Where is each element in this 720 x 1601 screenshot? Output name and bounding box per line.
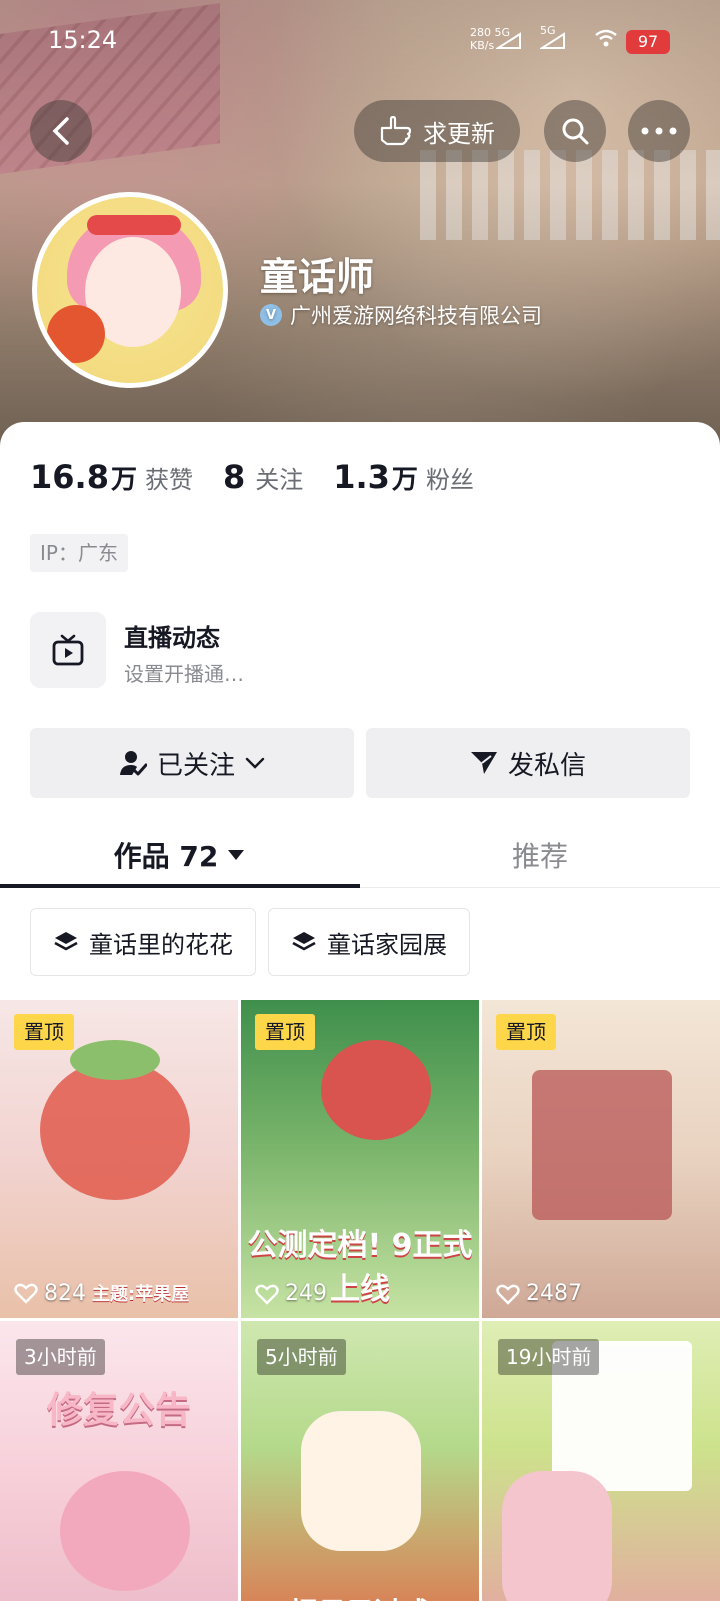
profile-name: 童话师 (260, 255, 375, 299)
video-thumbnail[interactable]: 修复公告 3小时前 (0, 1321, 238, 1601)
verified-org[interactable]: V 广州爱游网络科技有限公司 (260, 300, 542, 330)
tab-recommend-label: 推荐 (511, 840, 568, 873)
tab-works-label: 作品 72 (113, 840, 219, 873)
verified-org-label: 广州爱游网络科技有限公司 (290, 304, 542, 328)
stat-followers-unit: 万 (391, 465, 418, 495)
video-thumbnail[interactable]: 公测定档! 9正式上线 置顶 249 (241, 1000, 479, 1318)
tab-works[interactable]: 作品 72 (0, 822, 360, 888)
tile-art (502, 1471, 612, 1601)
heart-icon (496, 1284, 520, 1305)
chevron-left-icon (52, 117, 69, 145)
likes-count: 2487 (496, 1281, 582, 1306)
status-bar: 15:24 280 5G KB/s 5G 97 (0, 22, 720, 62)
pinned-badge: 置顶 (14, 1014, 74, 1050)
video-thumbnail[interactable]: 19小时前 (482, 1321, 720, 1601)
search-button[interactable] (544, 100, 606, 162)
collection-chip[interactable]: 童话里的花花 (30, 908, 256, 976)
tile-art (40, 1060, 190, 1200)
tile-art (532, 1070, 672, 1220)
live-updates-row[interactable]: 直播动态 设置开播通… (30, 612, 690, 688)
live-title: 直播动态 (124, 624, 220, 652)
verified-icon: V (260, 304, 282, 326)
signal-icon (496, 32, 521, 49)
video-thumbnail[interactable]: 置顶 2487 (482, 1000, 720, 1318)
video-thumbnail[interactable]: 置顶 824 主题:苹果屋 (0, 1000, 238, 1318)
layers-icon (54, 932, 78, 951)
stat-followers-num: 1.3 (333, 458, 390, 496)
battery-badge: 97 (626, 30, 670, 54)
user-check-icon (119, 751, 147, 776)
live-subtitle: 设置开播通… (124, 662, 244, 686)
avatar-apple (47, 305, 105, 363)
video-grid: 置顶 824 主题:苹果屋 公测定档! 9正式上线 置顶 249 置顶 2487 (0, 1000, 720, 1601)
ip-location-badge: IP：广东 (30, 534, 128, 572)
stat-followers-label: 粉丝 (425, 466, 474, 494)
message-button[interactable]: 发私信 (366, 728, 690, 798)
profile-tabs: 作品 72 推荐 (0, 822, 720, 888)
likes-count: 249 (255, 1281, 327, 1306)
time-badge: 3小时前 (16, 1339, 105, 1375)
back-button[interactable] (30, 100, 92, 162)
tile-caption: 把日子过成 (241, 1591, 479, 1601)
tv-icon (52, 634, 84, 666)
followed-button[interactable]: 已关注 (30, 728, 354, 798)
collection-label: 童话里的花花 (89, 930, 233, 959)
pinned-badge: 置顶 (496, 1014, 556, 1050)
collection-label: 童话家园展 (327, 930, 447, 959)
message-label: 发私信 (507, 750, 586, 781)
avatar[interactable] (32, 192, 228, 388)
tv-icon-box (30, 612, 106, 688)
profile-actions: 已关注 发私信 (30, 728, 690, 798)
video-thumbnail[interactable]: 把日子过成 5小时前 (241, 1321, 479, 1601)
heart-icon (14, 1283, 38, 1304)
layers-icon (292, 932, 316, 951)
tile-art (321, 1040, 431, 1140)
chevron-down-icon (245, 757, 265, 769)
stat-following[interactable]: 8 关注 (223, 458, 303, 496)
hand-point-icon (380, 116, 412, 146)
stat-followers[interactable]: 1.3 万 粉丝 (333, 458, 474, 496)
stat-likes-label: 获赞 (144, 466, 193, 494)
heart-icon (255, 1284, 279, 1305)
collection-chip[interactable]: 童话家园展 (268, 908, 470, 976)
tab-recommend[interactable]: 推荐 (360, 822, 720, 888)
likes-count: 824 主题:苹果屋 (14, 1280, 189, 1306)
likes-value: 824 (44, 1280, 86, 1306)
tile-art (301, 1411, 421, 1551)
tile-caption: 修复公告 (46, 1390, 191, 1431)
time-badge: 5小时前 (257, 1339, 346, 1375)
search-icon (562, 118, 589, 145)
collection-chips: 童话里的花花 童话家园展 (30, 908, 470, 976)
wifi-icon (594, 28, 618, 54)
profile-card: 16.8 万 获赞 8 关注 1.3 万 粉丝 IP：广东 直播动态 设置开播通… (0, 422, 720, 1601)
stat-following-label: 关注 (255, 466, 304, 494)
likes-value: 2487 (526, 1281, 582, 1306)
time-badge: 19小时前 (498, 1339, 600, 1375)
likes-value: 249 (285, 1281, 327, 1306)
caret-down-icon (228, 850, 245, 860)
tab-active-underline (0, 884, 360, 888)
stat-likes[interactable]: 16.8 万 获赞 (30, 458, 193, 496)
profile-stats: 16.8 万 获赞 8 关注 1.3 万 粉丝 (30, 458, 474, 496)
signal-icon-2 (540, 32, 565, 49)
more-icon (641, 127, 677, 135)
pinned-badge: 置顶 (255, 1014, 315, 1050)
more-button[interactable] (628, 100, 690, 162)
followed-label: 已关注 (156, 750, 235, 781)
tile-art-leaf (70, 1040, 160, 1080)
send-icon (470, 752, 497, 774)
stat-likes-unit: 万 (110, 465, 137, 495)
tile-caption: 主题:苹果屋 (92, 1284, 190, 1305)
stat-likes-num: 16.8 (30, 458, 109, 496)
avatar-bow (87, 215, 181, 235)
stat-following-num: 8 (222, 458, 246, 496)
request-update-button[interactable]: 求更新 (354, 100, 520, 162)
status-time: 15:24 (48, 26, 118, 54)
tile-art (60, 1471, 190, 1591)
request-update-label: 求更新 (423, 119, 495, 148)
